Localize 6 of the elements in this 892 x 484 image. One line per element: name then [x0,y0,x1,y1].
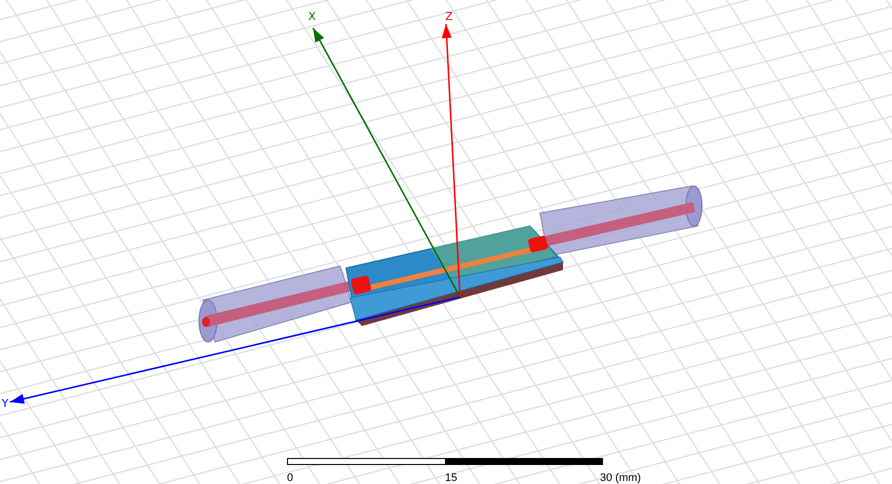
axis-label: Z [445,10,453,23]
axis-label: Y [2,397,8,410]
axis-label: X [308,10,316,23]
scale-label: 30 (mm) [600,472,641,484]
scale-label: 0 [287,472,294,484]
scale-label: 15 [445,472,458,484]
